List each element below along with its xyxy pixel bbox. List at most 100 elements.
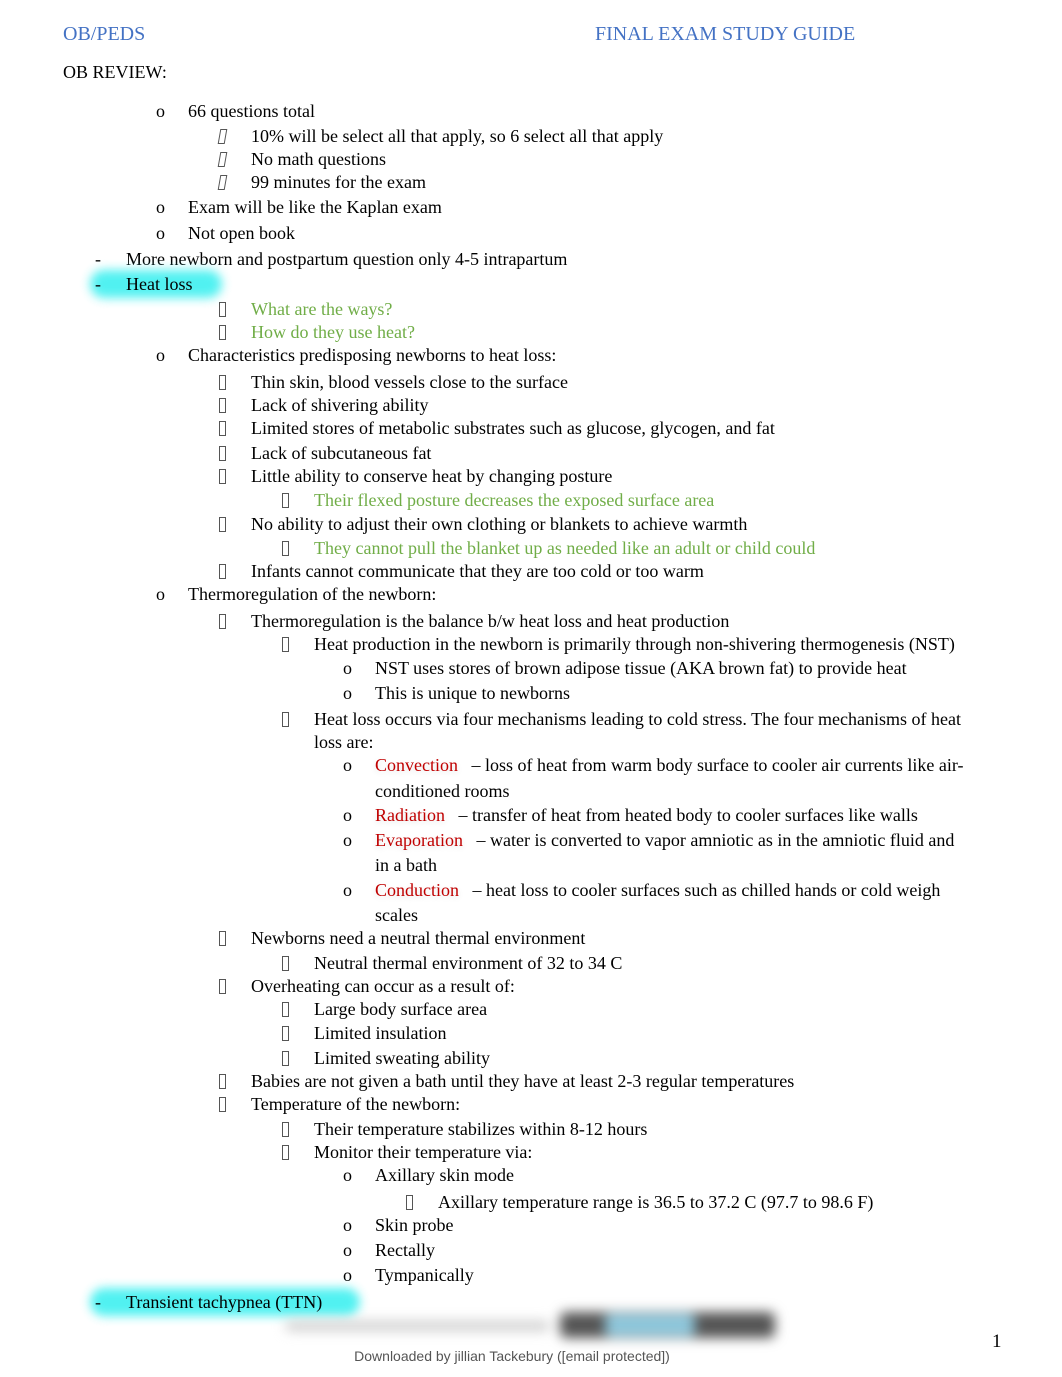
missing-glyph-icon [282, 637, 289, 652]
outline-item-text: Thermoregulation is the balance b/w heat… [251, 611, 730, 631]
missing-glyph-icon [219, 375, 226, 390]
square-bullet-icon [217, 125, 228, 149]
square-bullet-icon [282, 1022, 289, 1046]
square-bullet-icon [282, 708, 289, 732]
outline-item-text: Heat loss occurs via four mechanisms lea… [314, 709, 961, 729]
download-footer: Downloaded by jillian Tackebury ([email … [354, 1348, 670, 1364]
outline-item-text: Lack of shivering ability [251, 395, 429, 415]
outline-item-text: Limited stores of metabolic substrates s… [251, 418, 775, 438]
square-bullet-icon [219, 1093, 226, 1117]
outline-item-text: scales [375, 905, 418, 925]
outline-item-text: Heat loss [126, 274, 193, 294]
outline-item-text: More newborn and postpartum question onl… [126, 249, 568, 269]
outline-item-text: Infants cannot communicate that they are… [251, 561, 704, 581]
circle-bullet-icon: o [343, 1215, 352, 1235]
missing-glyph-icon [406, 1195, 413, 1210]
square-bullet-icon [219, 927, 226, 951]
missing-glyph-icon [217, 129, 228, 144]
dash-bullet-icon: - [95, 249, 101, 269]
term-definition: – heat loss to cooler surfaces such as c… [459, 880, 941, 900]
square-bullet-icon [282, 952, 289, 976]
outline-item-text: No math questions [251, 149, 386, 169]
circle-bullet-icon: o [343, 1240, 352, 1260]
missing-glyph-icon [282, 1026, 289, 1041]
outline-item-text: Axillary temperature range is 36.5 to 37… [438, 1192, 874, 1212]
square-bullet-icon [219, 417, 226, 441]
missing-glyph-icon [219, 564, 226, 579]
header-left: OB/PEDS [63, 23, 146, 45]
square-bullet-icon [282, 537, 289, 561]
square-bullet-icon [219, 975, 226, 999]
outline-item-text: Little ability to conserve heat by chang… [251, 466, 613, 486]
outline-item-text: loss are: [314, 732, 374, 752]
outline-item-text: Not open book [188, 223, 295, 243]
square-bullet-icon [219, 1070, 226, 1094]
missing-glyph-icon [282, 1122, 289, 1137]
term-definition: – loss of heat from warm body surface to… [458, 755, 964, 775]
missing-glyph-icon [282, 493, 289, 508]
outline-item-text: Skin probe [375, 1215, 454, 1235]
circle-bullet-icon: o [343, 880, 352, 900]
outline-item-text: Temperature of the newborn: [251, 1094, 461, 1114]
outline-item-text: Axillary skin mode [375, 1165, 514, 1185]
square-bullet-icon [219, 442, 226, 466]
circle-bullet-icon: o [343, 755, 352, 775]
outline-item-text: How do they use heat? [251, 322, 415, 342]
circle-bullet-icon: o [156, 101, 165, 121]
circle-bullet-icon: o [343, 683, 352, 703]
square-bullet-icon [217, 171, 228, 195]
outline-item-text: No ability to adjust their own clothing … [251, 514, 748, 534]
missing-glyph-icon [282, 712, 289, 727]
outline-item-text: Their temperature stabilizes within 8-12… [314, 1119, 648, 1139]
outline-item-text: Convection – loss of heat from warm body… [375, 754, 963, 776]
outline-item-text: Neutral thermal environment of 32 to 34 … [314, 953, 623, 973]
circle-bullet-icon: o [156, 584, 165, 604]
missing-glyph-icon [217, 152, 228, 167]
outline-item-text: Exam will be like the Kaplan exam [188, 197, 442, 217]
dash-bullet-icon: - [95, 274, 101, 294]
outline-item-text: Babies are not given a bath until they h… [251, 1071, 795, 1091]
square-bullet-icon [217, 148, 228, 172]
square-bullet-icon [219, 371, 226, 395]
missing-glyph-icon [219, 325, 226, 340]
outline-item-text: Evaporation – water is converted to vapo… [375, 829, 954, 851]
outline-item-text: conditioned rooms [375, 781, 510, 801]
heat-loss-term: Conduction [375, 880, 459, 900]
outline-item-text: Newborns need a neutral thermal environm… [251, 928, 586, 948]
square-bullet-icon [282, 998, 289, 1022]
outline-item-text: Their flexed posture decreases the expos… [314, 490, 715, 510]
missing-glyph-icon [219, 517, 226, 532]
watermark-text-blur [285, 1321, 550, 1331]
missing-glyph-icon [282, 1002, 289, 1017]
heat-loss-term: Radiation [375, 805, 445, 825]
square-bullet-icon [219, 610, 226, 634]
circle-bullet-icon: o [156, 345, 165, 365]
circle-bullet-icon: o [156, 197, 165, 217]
missing-glyph-icon [282, 541, 289, 556]
missing-glyph-icon [282, 956, 289, 971]
outline-item-text: 99 minutes for the exam [251, 172, 426, 192]
missing-glyph-icon [219, 469, 226, 484]
outline-item-text: Limited sweating ability [314, 1048, 490, 1068]
outline-item-text: Radiation – transfer of heat from heated… [375, 804, 918, 826]
missing-glyph-icon [219, 1074, 226, 1089]
missing-glyph-icon [282, 1051, 289, 1066]
missing-glyph-icon [282, 1145, 289, 1160]
outline-item-text: NST uses stores of brown adipose tissue … [375, 658, 907, 678]
outline-item-text: Large body surface area [314, 999, 488, 1019]
outline-item-text: 66 questions total [188, 101, 315, 121]
dash-bullet-icon: - [95, 1292, 101, 1312]
square-bullet-icon [219, 321, 226, 345]
square-bullet-icon [219, 513, 226, 537]
outline-item-text: This is unique to newborns [375, 683, 570, 703]
outline-item-text: Tympanically [375, 1265, 474, 1285]
outline-item-text: in a bath [375, 855, 437, 875]
square-bullet-icon [219, 394, 226, 418]
circle-bullet-icon: o [343, 1265, 352, 1285]
outline-item-text: Characteristics predisposing newborns to… [188, 345, 557, 365]
outline-item-text: Lack of subcutaneous fat [251, 443, 432, 463]
outline-item-text: Limited insulation [314, 1023, 447, 1043]
missing-glyph-icon [219, 302, 226, 317]
square-bullet-icon [219, 560, 226, 584]
outline-item-text: 10% will be select all that apply, so 6 … [251, 126, 664, 146]
